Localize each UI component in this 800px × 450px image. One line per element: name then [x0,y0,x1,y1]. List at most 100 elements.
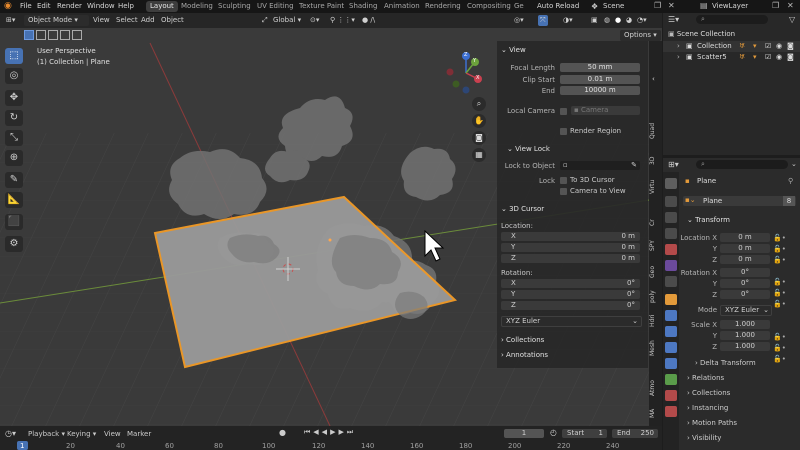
eye-icon[interactable]: ◉ [776,42,782,50]
relations-header[interactable]: › Relations [687,374,724,382]
cursor-rotation-z[interactable]: Z 0° [501,301,640,310]
rotation-mode-selector[interactable]: XYZ Euler ⌄ [720,305,772,316]
clock-icon[interactable]: ◴ [550,428,557,437]
texture-tab-icon[interactable] [665,406,677,417]
outliner-scene-collection[interactable]: ▣ Scene Collection [668,30,735,38]
current-frame-field[interactable]: 1 [504,429,544,438]
select-subtract-icon[interactable] [48,30,58,40]
view-lock-header[interactable]: ⌄ View Lock [507,145,550,153]
sidebar-tab-hdri[interactable]: Hdri [649,313,662,329]
sidebar-tab-3d[interactable]: 3D [649,153,662,169]
object-tab-icon[interactable] [665,294,677,305]
lock-to-object-field[interactable]: ▫ ✎ [560,161,640,170]
outliner-editor-icon[interactable]: ☰▾ [668,15,679,24]
playback-controls[interactable]: ⏮◀◀▶▶⏭ [304,428,356,437]
marker-menu[interactable]: Marker [127,430,151,438]
collections-header[interactable]: › Collections [687,389,730,397]
tab-texture-paint[interactable]: Texture Paint [295,1,348,12]
tab-layout[interactable]: Layout [146,1,178,12]
rotation-y-field[interactable]: 0° [720,279,770,288]
view-layer-tab-icon[interactable] [665,228,677,239]
users-count[interactable]: 8 [783,196,795,206]
sidebar-tab-virtu[interactable]: Virtu [649,176,662,198]
viewlayer-selector[interactable]: ViewLayer [712,0,748,13]
material-tab-icon[interactable] [665,390,677,401]
annotations-section-header[interactable]: › Annotations [501,351,548,359]
record-icon[interactable]: ● [279,428,286,437]
physics-tab-icon[interactable] [665,342,677,353]
location-y-field[interactable]: 0 m [720,244,770,253]
keying-menu[interactable]: Keying ▾ [67,430,96,438]
transform-tool[interactable]: ⊕ [5,150,23,166]
sidebar-tab-quad[interactable]: Quad [649,116,662,146]
snap-icon[interactable]: ⚲ ⋮⋮▾ [330,15,355,26]
header-menu-view[interactable]: View [93,15,110,26]
collections-section-header[interactable]: › Collections [501,336,544,344]
outliner-search-input[interactable]: ⌕ [696,15,768,24]
mode-selector[interactable]: Object Mode ▾ [24,15,89,26]
navigation-gizmo[interactable]: X Y Z [444,51,488,95]
sidebar-tab-poly[interactable]: poly [649,288,662,306]
properties-editor-icon[interactable]: ⊞▾ [668,160,679,169]
sidebar-tab-cr[interactable]: Cr [649,216,662,230]
menu-window[interactable]: Window [87,0,115,13]
extra-tool[interactable]: ⚙ [5,236,23,252]
cursor-location-y[interactable]: Y 0 m [501,243,640,252]
cursor-location-z[interactable]: Z 0 m [501,254,640,263]
clip-start-field[interactable]: 0.01 m [560,75,640,84]
shading-rendered-icon[interactable]: ◔▾ [637,15,647,26]
render-region-checkbox[interactable] [560,128,567,135]
checkbox-icon[interactable]: ☑ [765,42,771,50]
select-box-tool[interactable]: ⬚ [5,48,23,64]
select-intersect-icon[interactable] [72,30,82,40]
sidebar-tab-geo[interactable]: Geo [649,263,662,281]
filter-icon[interactable]: ▽ [789,15,795,24]
cursor-rotation-y[interactable]: Y 0° [501,290,640,299]
camera-render-icon[interactable]: ◙ [787,42,794,50]
tab-sculpting[interactable]: Sculpting [214,1,255,12]
delta-transform-header[interactable]: › Delta Transform [695,359,756,367]
options-dropdown[interactable]: Options ▾ [620,30,661,41]
transform-header[interactable]: ⌄ Transform [687,216,730,224]
shading-material-icon[interactable]: ◕ [626,15,632,26]
orientation-selector[interactable]: Global ▾ [273,15,301,26]
cursor-tool[interactable]: ◎ [5,68,23,84]
end-frame-field[interactable]: End 250 [612,429,658,438]
gizmo-toggle-icon[interactable]: ⤧ [538,15,548,26]
ortho-grid-icon[interactable]: ▦ [472,148,486,162]
camera-render-icon[interactable]: ◙ [787,53,794,61]
scene-copy-icon[interactable]: ❐ [654,1,661,10]
scale-tool[interactable]: ⤡ [5,130,23,146]
tool-tab-icon[interactable] [665,178,677,189]
pin-icon[interactable]: ⚲ [788,177,793,185]
properties-options-icon[interactable]: ⌄ [791,160,797,168]
pivot-icon[interactable]: ⊙▾ [310,15,319,26]
tab-compositing[interactable]: Compositing [463,1,515,12]
world-tab-icon[interactable] [665,260,677,271]
collection-tab-icon[interactable] [665,276,677,287]
properties-search-input[interactable]: ⌕ [696,160,788,169]
overlay-toggle-icon[interactable]: ◑▾ [563,15,573,26]
motion-paths-header[interactable]: › Motion Paths [687,419,737,427]
rotate-tool[interactable]: ↻ [5,110,23,126]
menu-edit[interactable]: Edit [37,0,51,13]
visibility-icon[interactable]: ◎▾ [514,15,524,26]
lock-icons[interactable]: 🔓• 🔓• 🔓• 🔓• 🔓• 🔓• 🔓• 🔓• 🔓• [773,233,786,365]
add-cube-tool[interactable]: ⬛ [5,214,23,230]
blender-logo-icon[interactable]: ◉ [4,1,15,12]
scale-y-field[interactable]: 1.000 [720,331,770,340]
to-3d-cursor-checkbox[interactable] [560,177,567,184]
clip-end-field[interactable]: 10000 m [560,86,640,95]
camera-to-view-checkbox[interactable] [560,188,567,195]
menu-file[interactable]: File [20,0,32,13]
menu-render[interactable]: Render [57,0,82,13]
tab-animation[interactable]: Animation [380,1,424,12]
outliner-row-collection[interactable]: › ▣ Collection ♅ ▾ ☑ ◉ ◙ [663,41,800,52]
output-tab-icon[interactable] [665,212,677,223]
shading-wireframe-icon[interactable]: ◍ [604,15,610,26]
render-tab-icon[interactable] [665,196,677,207]
annotate-tool[interactable]: ✎ [5,172,23,188]
viewlayer-close-icon[interactable]: ✕ [787,1,794,10]
tab-shading[interactable]: Shading [345,1,381,12]
cursor-location-x[interactable]: X 0 m [501,232,640,241]
